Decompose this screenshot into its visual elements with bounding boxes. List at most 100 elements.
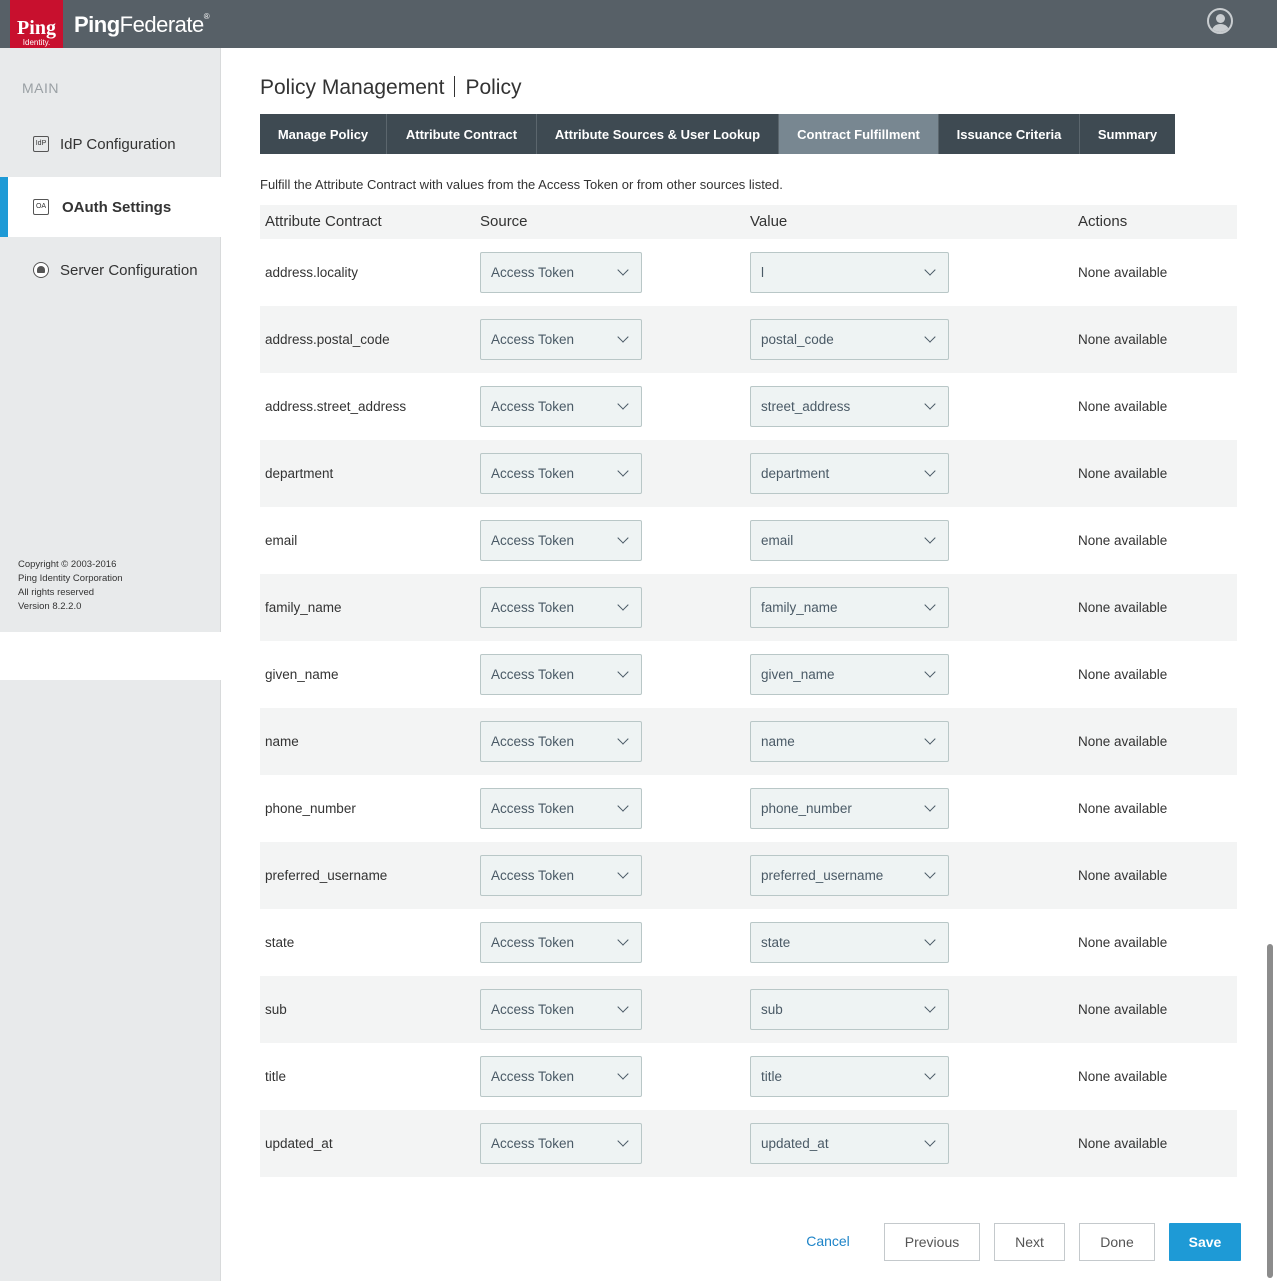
cancel-button[interactable]: Cancel — [796, 1223, 860, 1259]
logo-subtext: Identity. — [22, 38, 51, 47]
source-select[interactable]: Access Token — [480, 922, 642, 963]
value-select[interactable]: email — [750, 520, 949, 561]
done-button[interactable]: Done — [1079, 1223, 1155, 1261]
ping-identity-logo[interactable]: Ping Identity. — [10, 0, 63, 52]
source-select[interactable]: Access Token — [480, 252, 642, 293]
value-select[interactable]: given_name — [750, 654, 949, 695]
tab-manage-policy[interactable]: Manage Policy — [260, 114, 387, 154]
fulfillment-table: Attribute Contract Source Value Actions … — [260, 205, 1237, 1177]
sidebar-item-label: Server Configuration — [60, 261, 198, 279]
source-select[interactable]: Access Token — [480, 386, 642, 427]
top-bar: Ping Identity. PingFederate® — [0, 0, 1277, 52]
tab-issuance-criteria[interactable]: Issuance Criteria — [939, 114, 1080, 154]
chevron-down-icon — [924, 465, 936, 477]
value-select[interactable]: title — [750, 1056, 949, 1097]
table-row: name Access Token name None available — [260, 708, 1237, 775]
value-select[interactable]: l — [750, 252, 949, 293]
chevron-down-icon — [924, 666, 936, 678]
chevron-down-icon — [924, 532, 936, 544]
chevron-down-icon — [617, 800, 629, 812]
copyright-info: Copyright © 2003-2016 Ping Identity Corp… — [18, 559, 123, 612]
actions-text: None available — [1078, 667, 1168, 682]
tab-attribute-sources-user-lookup[interactable]: Attribute Sources & User Lookup — [537, 114, 779, 154]
sidebar-item-idp-configuration[interactable]: IdP IdP Configuration — [0, 114, 221, 174]
oauth-icon: OA — [33, 199, 49, 215]
source-select[interactable]: Access Token — [480, 721, 642, 762]
value-select[interactable]: family_name — [750, 587, 949, 628]
attribute-name: state — [265, 935, 295, 950]
chevron-down-icon — [617, 465, 629, 477]
table-row: address.postal_code Access Token postal_co… — [260, 306, 1237, 373]
chevron-down-icon — [617, 666, 629, 678]
intro-text: Fulfill the Attribute Contract with valu… — [260, 177, 783, 192]
chevron-down-icon — [617, 1068, 629, 1080]
source-select[interactable]: Access Token — [480, 319, 642, 360]
value-select[interactable]: postal_code — [750, 319, 949, 360]
table-row: family_name Access Token family_name None a… — [260, 574, 1237, 641]
value-select[interactable]: department — [750, 453, 949, 494]
source-select[interactable]: Access Token — [480, 520, 642, 561]
table-row: address.locality Access Token l None availa… — [260, 239, 1237, 306]
source-select[interactable]: Access Token — [480, 989, 642, 1030]
chevron-down-icon — [617, 264, 629, 276]
actions-text: None available — [1078, 1002, 1168, 1017]
attribute-name: email — [265, 533, 298, 548]
chevron-down-icon — [924, 1135, 936, 1147]
chevron-down-icon — [617, 867, 629, 879]
value-select[interactable]: updated_at — [750, 1123, 949, 1164]
chevron-down-icon — [617, 331, 629, 343]
chevron-down-icon — [924, 398, 936, 410]
value-select[interactable]: state — [750, 922, 949, 963]
attribute-name: updated_at — [265, 1136, 333, 1151]
value-select[interactable]: street_address — [750, 386, 949, 427]
tab-summary[interactable]: Summary — [1080, 114, 1175, 154]
column-header-actions: Actions — [1078, 213, 1128, 230]
attribute-name: given_name — [265, 667, 339, 682]
source-select[interactable]: Access Token — [480, 587, 642, 628]
attribute-name: preferred_username — [265, 868, 388, 883]
source-select[interactable]: Access Token — [480, 1123, 642, 1164]
chevron-down-icon — [924, 264, 936, 276]
value-select[interactable]: preferred_username — [750, 855, 949, 896]
attribute-name: phone_number — [265, 801, 356, 816]
attribute-name: name — [265, 734, 299, 749]
source-select[interactable]: Access Token — [480, 453, 642, 494]
value-select[interactable]: name — [750, 721, 949, 762]
chevron-down-icon — [924, 1001, 936, 1013]
value-select[interactable]: phone_number — [750, 788, 949, 829]
chevron-down-icon — [617, 599, 629, 611]
actions-text: None available — [1078, 399, 1168, 414]
sidebar-item-oauth-settings[interactable]: OA OAuth Settings — [0, 177, 221, 237]
next-button[interactable]: Next — [994, 1223, 1065, 1261]
sidebar-item-label: IdP Configuration — [60, 135, 176, 153]
attribute-name: family_name — [265, 600, 342, 615]
actions-text: None available — [1078, 466, 1168, 481]
sidebar-item-server-configuration[interactable]: Server Configuration — [0, 240, 221, 300]
attribute-name: title — [265, 1069, 287, 1084]
attribute-name: address.street_address — [265, 399, 407, 414]
actions-text: None available — [1078, 935, 1168, 950]
scrollbar[interactable] — [1267, 944, 1273, 1278]
tab-contract-fulfillment[interactable]: Contract Fulfillment — [779, 114, 939, 154]
table-row: phone_number Access Token phone_number None… — [260, 775, 1237, 842]
table-row: address.street_address Access Token street… — [260, 373, 1237, 440]
source-select[interactable]: Access Token — [480, 654, 642, 695]
tab-attribute-contract[interactable]: Attribute Contract — [387, 114, 537, 154]
product-name: PingFederate® — [74, 12, 210, 37]
column-header-source: Source — [480, 213, 528, 230]
actions-text: None available — [1078, 801, 1168, 816]
table-row: email Access Token email None available — [260, 507, 1237, 574]
source-select[interactable]: Access Token — [480, 855, 642, 896]
chevron-down-icon — [617, 733, 629, 745]
page-title: Policy Management Policy — [260, 76, 522, 99]
idp-icon: IdP — [33, 136, 49, 152]
attribute-name: department — [265, 466, 334, 481]
user-account-icon[interactable] — [1207, 8, 1233, 34]
sidebar-gap — [0, 632, 221, 680]
value-select[interactable]: sub — [750, 989, 949, 1030]
source-select[interactable]: Access Token — [480, 1056, 642, 1097]
sidebar-item-label: OAuth Settings — [62, 198, 172, 216]
previous-button[interactable]: Previous — [884, 1223, 980, 1261]
save-button[interactable]: Save — [1169, 1223, 1241, 1261]
source-select[interactable]: Access Token — [480, 788, 642, 829]
